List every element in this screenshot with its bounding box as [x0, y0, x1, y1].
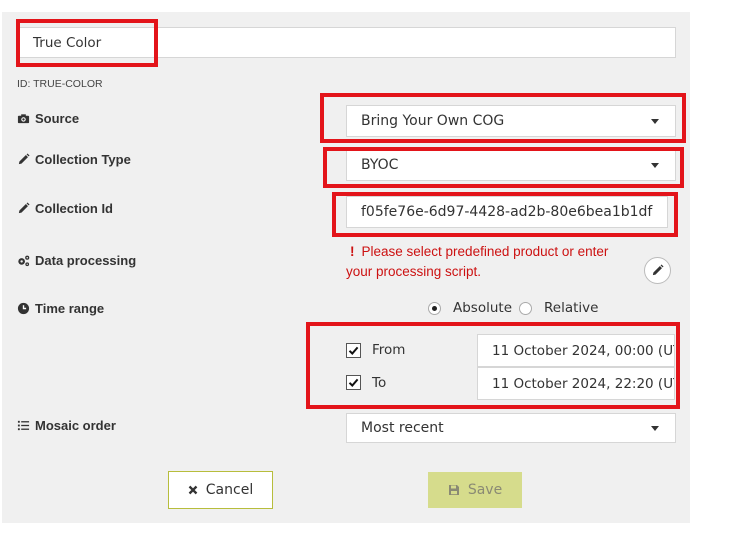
pencil-icon	[652, 264, 664, 276]
save-button[interactable]: Save	[428, 472, 522, 508]
time-range-label: Time range	[17, 301, 104, 316]
collection-id-input[interactable]: f05fe76e-6d97-4428-ad2b-80e6bea1b1df	[346, 196, 668, 228]
save-button-label: Save	[467, 482, 503, 498]
edit-processing-button[interactable]	[644, 257, 671, 284]
layer-title-value: True Color	[33, 34, 102, 51]
chevron-down-icon	[651, 163, 659, 168]
layer-id-text: ID: TRUE-COLOR	[17, 78, 103, 90]
from-date-input[interactable]: 11 October 2024, 00:00 (UTC)	[477, 334, 675, 367]
time-range-label-text: Time range	[35, 301, 105, 316]
collection-type-label: Collection Type	[17, 152, 131, 167]
collection-id-label: Collection Id	[17, 201, 113, 216]
mosaic-order-label: Mosaic order	[17, 418, 116, 433]
list-icon	[17, 420, 30, 431]
to-date-value: 11 October 2024, 22:20 (UTC)	[492, 375, 675, 392]
to-checkbox[interactable]	[346, 375, 361, 390]
absolute-radio-label: Absolute	[453, 300, 513, 316]
layer-title-input[interactable]: True Color	[18, 27, 676, 58]
checkmark-icon	[348, 346, 359, 355]
source-label-text: Source	[35, 111, 80, 126]
data-processing-error-text: Please select predefined product or ente…	[346, 244, 609, 279]
mosaic-order-select-value: Most recent	[361, 420, 444, 436]
relative-radio-label: Relative	[544, 300, 599, 316]
pencil-icon	[18, 202, 30, 214]
clock-icon	[17, 302, 30, 315]
pencil-icon	[18, 153, 30, 165]
checkmark-icon	[348, 378, 359, 387]
collection-id-value: f05fe76e-6d97-4428-ad2b-80e6bea1b1df	[361, 204, 653, 220]
chevron-down-icon	[651, 119, 659, 124]
source-label: Source	[17, 111, 79, 126]
absolute-radio[interactable]	[428, 302, 441, 315]
source-select-value: Bring Your Own COG	[361, 113, 505, 129]
error-mark-icon: !	[350, 244, 355, 259]
mosaic-order-select[interactable]: Most recent	[346, 413, 676, 443]
to-date-input[interactable]: 11 October 2024, 22:20 (UTC)	[477, 367, 675, 400]
relative-radio[interactable]	[519, 302, 532, 315]
gears-icon	[18, 255, 30, 267]
collection-type-label-text: Collection Type	[35, 152, 131, 167]
floppy-icon	[448, 485, 459, 495]
data-processing-label-text: Data processing	[35, 253, 137, 268]
chevron-down-icon	[651, 426, 659, 431]
from-label: From	[372, 342, 406, 358]
times-icon	[188, 485, 198, 495]
camera-icon	[17, 114, 30, 124]
from-checkbox[interactable]	[346, 343, 361, 358]
from-date-value: 11 October 2024, 00:00 (UTC)	[492, 342, 675, 359]
source-select[interactable]: Bring Your Own COG	[346, 105, 676, 137]
collection-type-select-value: BYOC	[361, 157, 399, 173]
cancel-button-label: Cancel	[205, 482, 254, 498]
mosaic-order-label-text: Mosaic order	[35, 418, 116, 433]
collection-id-label-text: Collection Id	[35, 201, 113, 216]
data-processing-label: Data processing	[17, 253, 136, 268]
collection-type-select[interactable]: BYOC	[346, 149, 676, 181]
cancel-button[interactable]: Cancel	[168, 471, 273, 509]
data-processing-error: ! Please select predefined product or ent…	[346, 242, 636, 282]
to-label: To	[372, 375, 387, 391]
